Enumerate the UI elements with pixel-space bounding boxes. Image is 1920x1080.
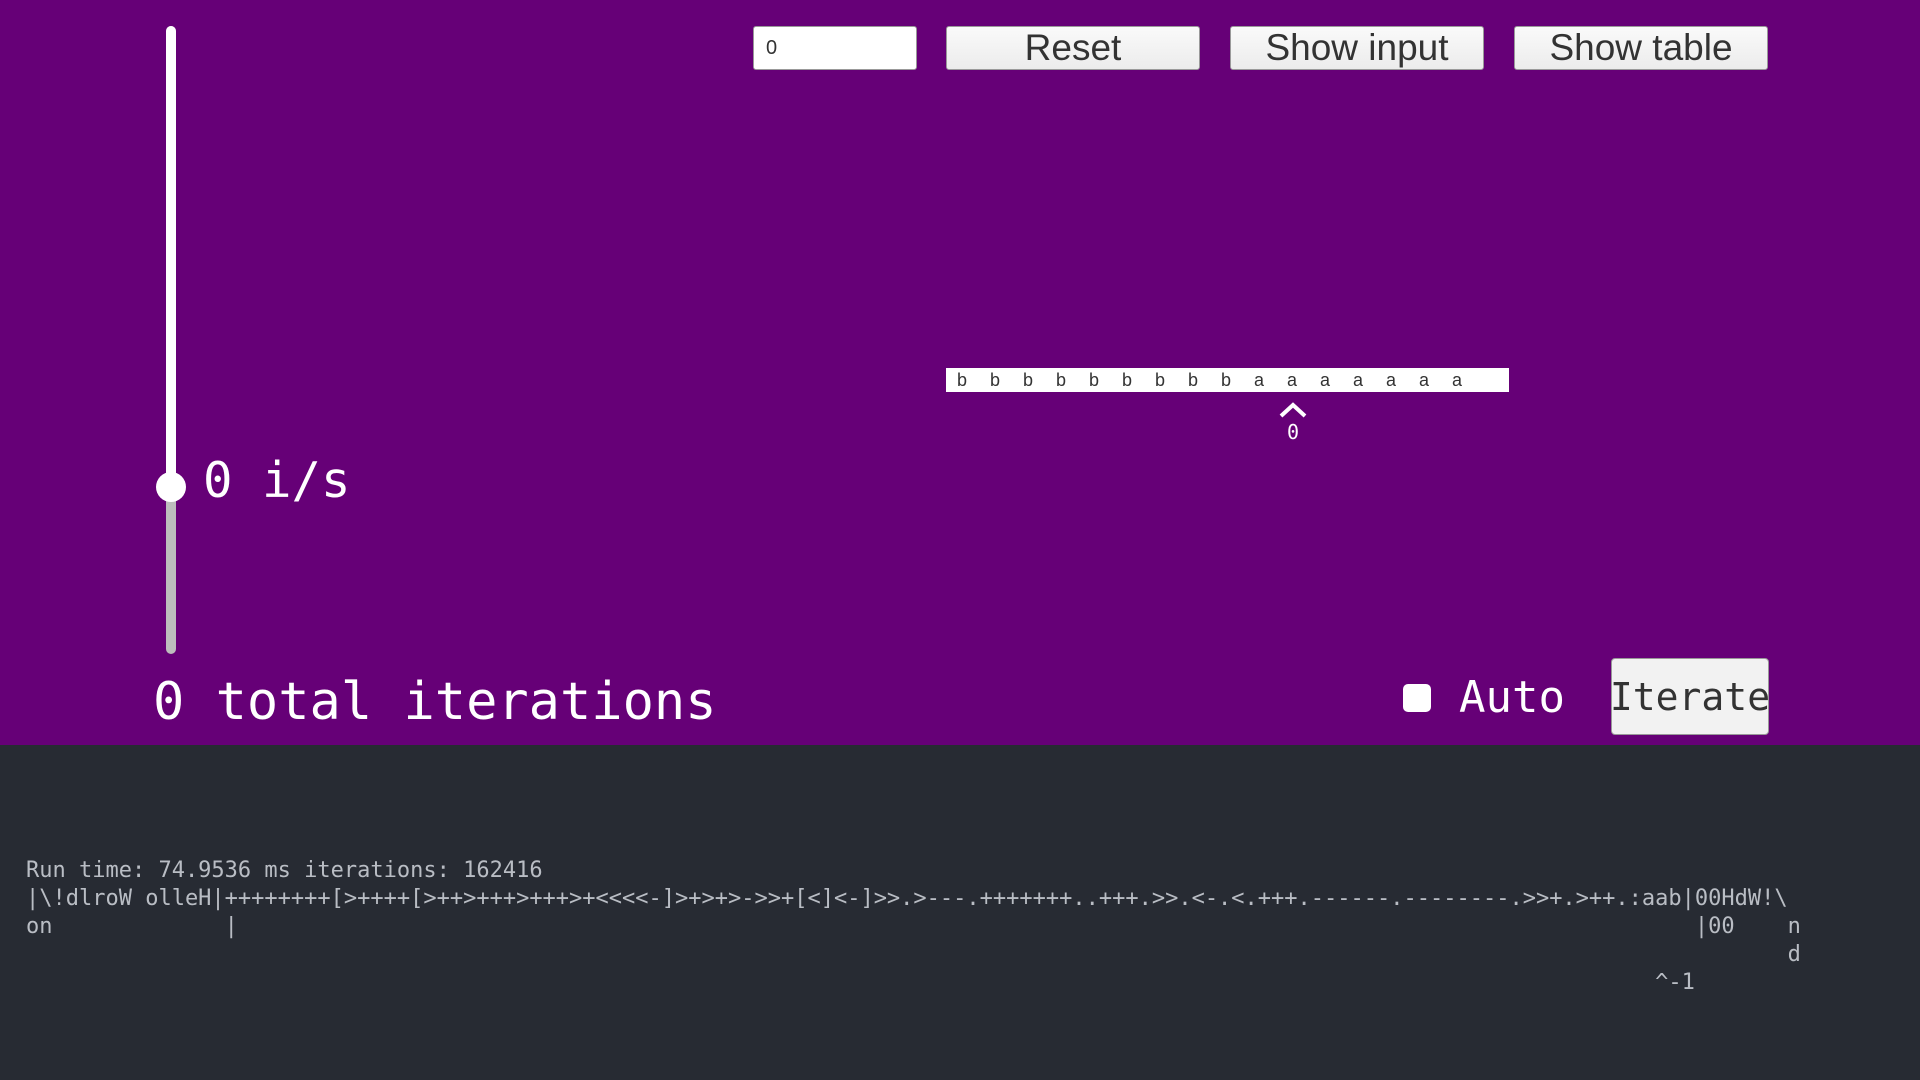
machine-panel: 0 i/s 0 total iterations Reset Show inpu… [0, 0, 1920, 745]
console-output: Run time: 74.9536 ms iterations: 162416 |… [26, 857, 1801, 997]
tape-cell: b [1089, 370, 1100, 390]
tape-cell: b [990, 370, 1001, 390]
tape-cell: b [1155, 370, 1166, 390]
turing-tape: bbbbbbbbbaaaaaaa [946, 368, 1509, 392]
console-line: Run time: 74.9536 ms iterations: 162416 [26, 858, 543, 883]
tape-head-state: 0 [1286, 420, 1300, 444]
state-number-input[interactable] [753, 26, 917, 70]
console-line: |\!dlroW olleH|++++++++[>++++[>++>+++>++… [26, 886, 1788, 911]
console-panel: Run time: 74.9536 ms iterations: 162416 |… [0, 745, 1920, 1080]
tape-cell: a [1320, 370, 1331, 390]
tape-cell: b [1221, 370, 1232, 390]
tape-cell: b [1122, 370, 1133, 390]
tape-cell: a [1254, 370, 1265, 390]
tape-head-caret-icon [1279, 402, 1307, 418]
tape-cell: a [1353, 370, 1364, 390]
show-table-button[interactable]: Show table [1514, 26, 1768, 70]
tape-cell: a [1386, 370, 1397, 390]
tape-cell: a [1419, 370, 1430, 390]
iterate-button[interactable]: Iterate [1610, 658, 1770, 735]
speed-slider-fill [166, 26, 176, 487]
speed-readout: 0 i/s [203, 452, 351, 509]
total-iterations: 0 total iterations [153, 672, 717, 732]
tape-cell: a [1452, 370, 1463, 390]
speed-slider[interactable] [166, 26, 176, 654]
auto-label: Auto [1459, 672, 1565, 723]
show-input-button[interactable]: Show input [1230, 26, 1484, 70]
tape-cell: a [1287, 370, 1298, 390]
auto-checkbox[interactable] [1403, 684, 1431, 712]
console-line: d [26, 942, 1801, 967]
reset-button[interactable]: Reset [946, 26, 1200, 70]
console-line: ^-1 [26, 970, 1695, 995]
speed-slider-thumb[interactable] [156, 471, 186, 502]
tape-cell: b [957, 370, 968, 390]
console-line: on | |00 n [26, 914, 1801, 939]
tape-cell: b [1056, 370, 1067, 390]
tape-cell: b [1023, 370, 1034, 390]
tape-cell: b [1188, 370, 1199, 390]
